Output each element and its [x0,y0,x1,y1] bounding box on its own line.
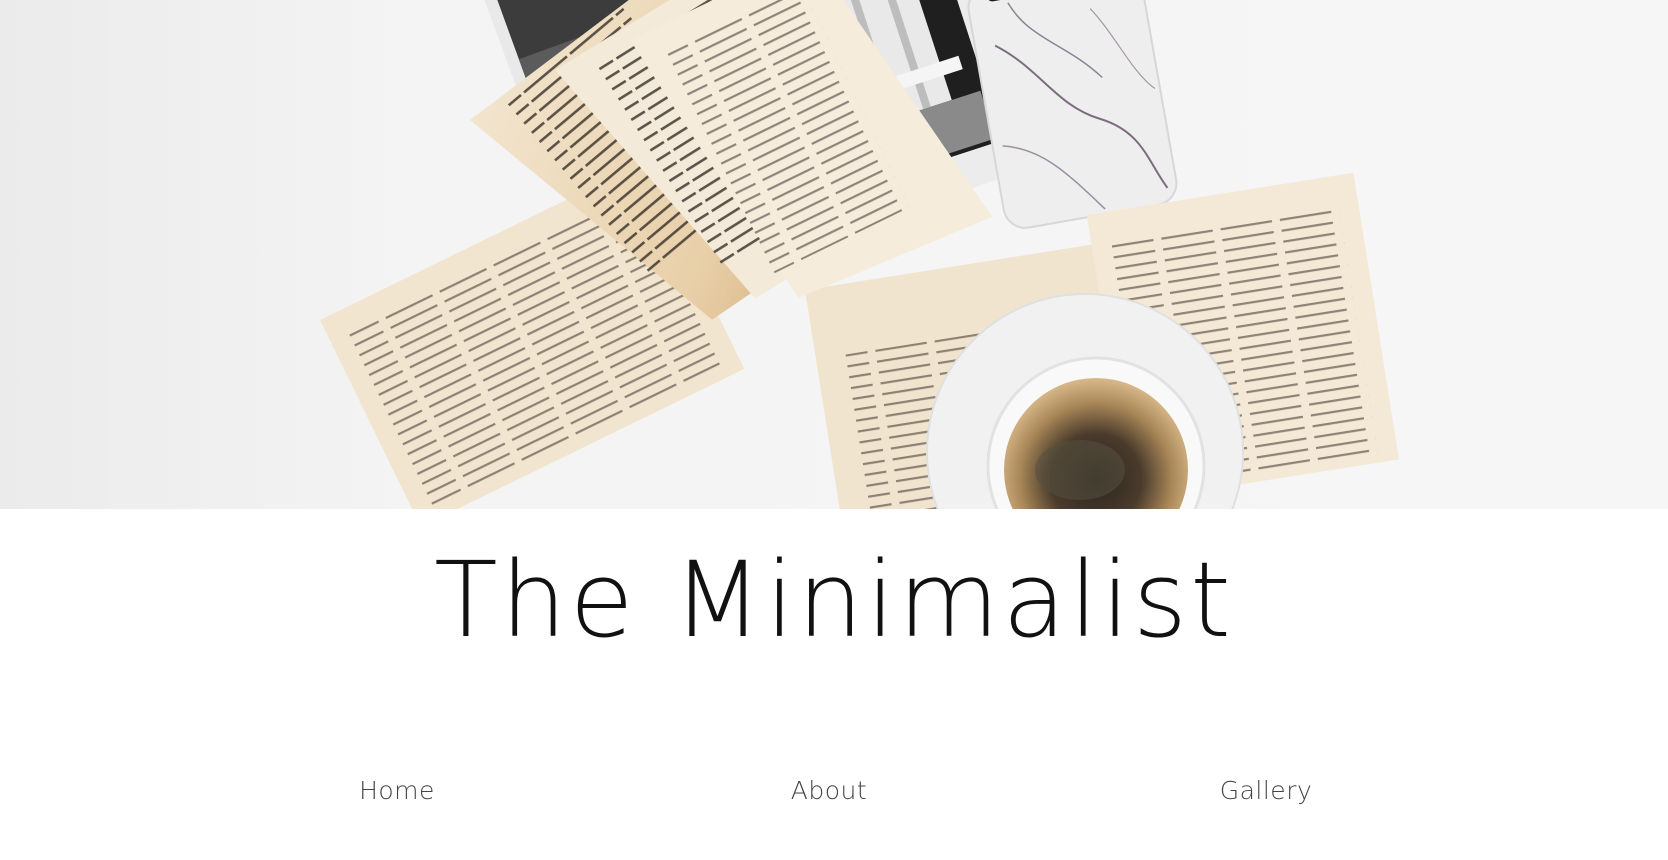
nav-link-home[interactable]: Home [359,776,435,805]
page: The Minimalist Home About Gallery [0,0,1668,860]
nav-link-about[interactable]: About [791,776,867,805]
site-title: The Minimalist [434,539,1234,661]
books-coffee-flatlay-image [0,0,1668,511]
main-nav: Home About Gallery [0,776,1668,816]
nav-link-gallery[interactable]: Gallery [1220,776,1313,805]
hero-banner [0,0,1668,511]
